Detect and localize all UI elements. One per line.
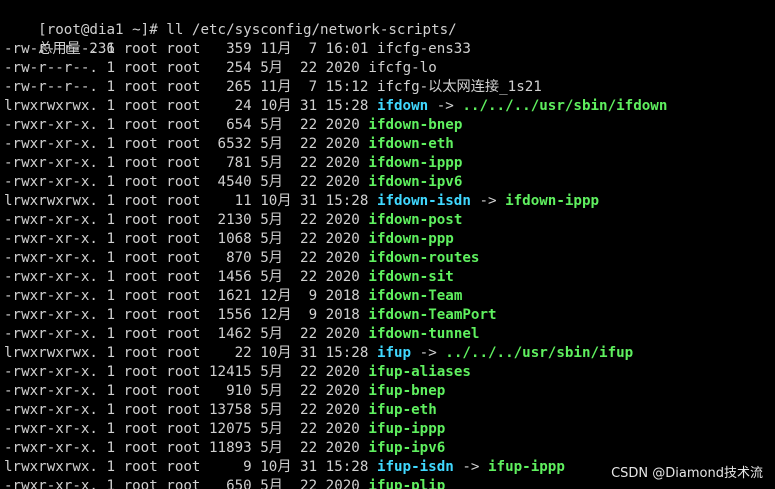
- list-item: -rwxr-xr-x. 1 root root 1462 5月 22 2020 …: [4, 325, 775, 344]
- list-item: -rw-r--r--. 1 root root 265 11月 7 15:12 …: [4, 78, 775, 97]
- command-prompt-line: [root@dia1 ~]# ll /etc/sysconfig/network…: [4, 2, 775, 38]
- list-item: -rwxr-xr-x. 1 root root 1621 12月 9 2018 …: [4, 287, 775, 306]
- file-name: ifcfg-lo: [368, 60, 437, 76]
- symlink-arrow: ->: [428, 98, 463, 114]
- executable-name: ifdown-post: [368, 212, 463, 228]
- executable-name: ifup-ippp: [368, 421, 446, 437]
- executable-name: ifup-bnep: [368, 383, 446, 399]
- symlink-target: ../../../usr/sbin/ifdown: [462, 98, 668, 114]
- file-metadata: -rwxr-xr-x. 1 root root 1462 5月 22 2020: [4, 326, 369, 342]
- list-item: -rwxr-xr-x. 1 root root 12075 5月 22 2020…: [4, 420, 775, 439]
- file-metadata: -rwxr-xr-x. 1 root root 1621 12月 9 2018: [4, 288, 369, 304]
- file-metadata: -rw-r--r--. 1 root root 265 11月 7 15:12: [4, 79, 377, 95]
- file-metadata: -rwxr-xr-x. 1 root root 870 5月 22 2020: [4, 250, 369, 266]
- list-item: -rwxr-xr-x. 1 root root 1456 5月 22 2020 …: [4, 268, 775, 287]
- file-metadata: lrwxrwxrwx. 1 root root 22 10月 31 15:28: [4, 345, 377, 361]
- symlink-arrow: ->: [453, 459, 488, 475]
- symlink-name: ifdown-isdn: [376, 193, 471, 209]
- executable-name: ifdown-ppp: [368, 231, 454, 247]
- file-metadata: -rwxr-xr-x. 1 root root 781 5月 22 2020: [4, 155, 369, 171]
- file-metadata: lrwxrwxrwx. 1 root root 11 10月 31 15:28: [4, 193, 377, 209]
- list-item: lrwxrwxrwx. 1 root root 24 10月 31 15:28 …: [4, 97, 775, 116]
- executable-name: ifdown-TeamPort: [368, 307, 497, 323]
- list-item: -rwxr-xr-x. 1 root root 910 5月 22 2020 i…: [4, 382, 775, 401]
- symlink-target: ifup-ippp: [487, 459, 565, 475]
- watermark: CSDN @Diamond技术流: [609, 464, 765, 483]
- list-item: -rwxr-xr-x. 1 root root 1068 5月 22 2020 …: [4, 230, 775, 249]
- list-item: -rw-r--r--. 1 root root 254 5月 22 2020 i…: [4, 59, 775, 78]
- file-metadata: -rwxr-xr-x. 1 root root 12075 5月 22 2020: [4, 421, 369, 437]
- symlink-target: ifdown-ippp: [505, 193, 600, 209]
- file-metadata: -rwxr-xr-x. 1 root root 2130 5月 22 2020: [4, 212, 369, 228]
- directory-listing: -rw-r--r--. 1 root root 359 11月 7 16:01 …: [4, 40, 775, 489]
- command-prompt: [root@dia1 ~]# ll /etc/sysconfig/network…: [38, 22, 457, 38]
- symlink-name: ifdown: [376, 98, 429, 114]
- list-item: -rwxr-xr-x. 1 root root 11893 5月 22 2020…: [4, 439, 775, 458]
- file-name: ifcfg-以太网连接_1s21: [376, 79, 542, 95]
- list-item: -rwxr-xr-x. 1 root root 870 5月 22 2020 i…: [4, 249, 775, 268]
- symlink-name: ifup-isdn: [376, 459, 454, 475]
- executable-name: ifup-plip: [368, 478, 446, 489]
- list-item: -rwxr-xr-x. 1 root root 13758 5月 22 2020…: [4, 401, 775, 420]
- executable-name: ifdown-eth: [368, 136, 454, 152]
- file-metadata: -rwxr-xr-x. 1 root root 1456 5月 22 2020: [4, 269, 369, 285]
- executable-name: ifdown-ipv6: [368, 174, 463, 190]
- list-item: -rwxr-xr-x. 1 root root 654 5月 22 2020 i…: [4, 116, 775, 135]
- list-item: -rwxr-xr-x. 1 root root 1556 12月 9 2018 …: [4, 306, 775, 325]
- file-metadata: -rwxr-xr-x. 1 root root 1556 12月 9 2018: [4, 307, 369, 323]
- executable-name: ifup-aliases: [368, 364, 471, 380]
- executable-name: ifup-eth: [368, 402, 437, 418]
- file-metadata: -rw-r--r--. 1 root root 359 11月 7 16:01: [4, 41, 377, 57]
- executable-name: ifdown-sit: [368, 269, 454, 285]
- list-item: -rwxr-xr-x. 1 root root 4540 5月 22 2020 …: [4, 173, 775, 192]
- list-item: -rwxr-xr-x. 1 root root 781 5月 22 2020 i…: [4, 154, 775, 173]
- list-item: -rwxr-xr-x. 1 root root 12415 5月 22 2020…: [4, 363, 775, 382]
- symlink-name: ifup: [376, 345, 412, 361]
- executable-name: ifdown-Team: [368, 288, 463, 304]
- list-item: -rw-r--r--. 1 root root 359 11月 7 16:01 …: [4, 40, 775, 59]
- executable-name: ifdown-bnep: [368, 117, 463, 133]
- file-metadata: -rwxr-xr-x. 1 root root 13758 5月 22 2020: [4, 402, 369, 418]
- file-metadata: -rwxr-xr-x. 1 root root 654 5月 22 2020: [4, 117, 369, 133]
- symlink-arrow: ->: [470, 193, 506, 209]
- file-name: ifcfg-ens33: [376, 41, 471, 57]
- file-metadata: -rwxr-xr-x. 1 root root 1068 5月 22 2020: [4, 231, 369, 247]
- file-metadata: -rwxr-xr-x. 1 root root 910 5月 22 2020: [4, 383, 369, 399]
- file-metadata: lrwxrwxrwx. 1 root root 24 10月 31 15:28: [4, 98, 377, 114]
- list-item: lrwxrwxrwx. 1 root root 22 10月 31 15:28 …: [4, 344, 775, 363]
- executable-name: ifdown-routes: [368, 250, 480, 266]
- terminal-window[interactable]: [root@dia1 ~]# ll /etc/sysconfig/network…: [0, 0, 775, 489]
- executable-name: ifdown-tunnel: [368, 326, 480, 342]
- symlink-target: ../../../usr/sbin/ifup: [445, 345, 634, 361]
- file-metadata: -rwxr-xr-x. 1 root root 650 5月 22 2020: [4, 478, 369, 489]
- file-metadata: -rw-r--r--. 1 root root 254 5月 22 2020: [4, 60, 369, 76]
- file-metadata: -rwxr-xr-x. 1 root root 11893 5月 22 2020: [4, 440, 369, 456]
- file-metadata: -rwxr-xr-x. 1 root root 12415 5月 22 2020: [4, 364, 369, 380]
- file-metadata: lrwxrwxrwx. 1 root root 9 10月 31 15:28: [4, 459, 377, 475]
- symlink-arrow: ->: [411, 345, 446, 361]
- list-item: -rwxr-xr-x. 1 root root 2130 5月 22 2020 …: [4, 211, 775, 230]
- list-item: lrwxrwxrwx. 1 root root 11 10月 31 15:28 …: [4, 192, 775, 211]
- file-metadata: -rwxr-xr-x. 1 root root 6532 5月 22 2020: [4, 136, 369, 152]
- list-item: -rwxr-xr-x. 1 root root 6532 5月 22 2020 …: [4, 135, 775, 154]
- executable-name: ifup-ipv6: [368, 440, 446, 456]
- executable-name: ifdown-ippp: [368, 155, 463, 171]
- file-metadata: -rwxr-xr-x. 1 root root 4540 5月 22 2020: [4, 174, 369, 190]
